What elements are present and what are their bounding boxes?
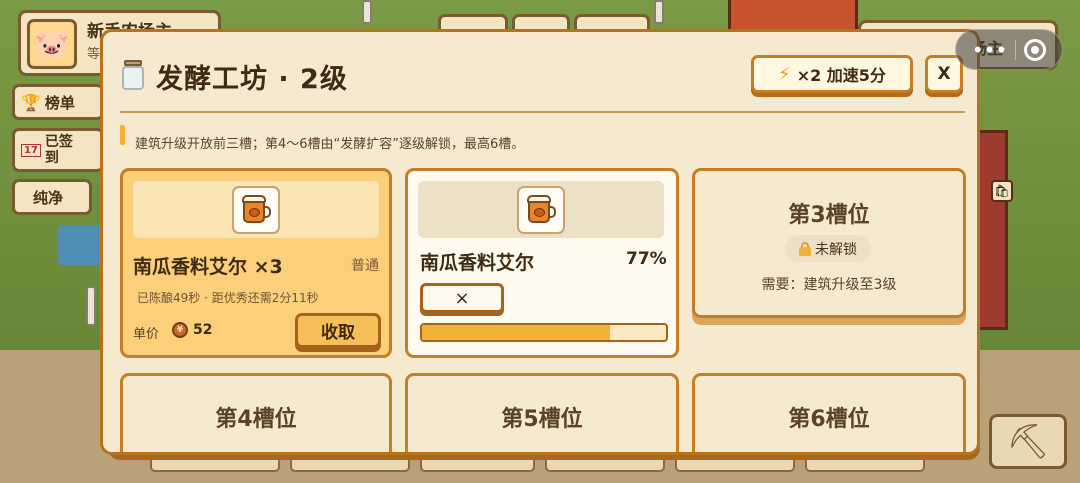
product-icon-band (418, 181, 664, 238)
pure-mode-label: 纯净 (33, 188, 64, 207)
hint-accent-bar (120, 125, 125, 145)
speed-up-button[interactable]: ⚡ ×2 加速5分 (751, 55, 913, 93)
trophy-icon: 🏆 (21, 92, 41, 112)
fence-post (86, 286, 96, 326)
unit-price-value: 52 (193, 322, 213, 338)
progress-fill (422, 325, 610, 340)
fermentation-workshop-modal: 发酵工坊 · 2级 ⚡ ×2 加速5分 X 建筑升级开放前三槽；第4～6槽由“发… (100, 29, 980, 455)
unlock-requirement: 需要：建筑升级至3级 (761, 277, 897, 293)
locked-badge: 未解锁 (785, 235, 871, 262)
jar-icon (122, 60, 144, 90)
pickaxe-icon[interactable]: ⛏ (989, 414, 1067, 469)
pig-avatar-icon: 🐷 (27, 19, 77, 69)
progress-percent: 77% (626, 249, 667, 269)
product-icon-band (133, 181, 379, 238)
pumpkin-ale-mug-icon (517, 186, 565, 234)
miniprogram-capsule: ••• (955, 29, 1063, 70)
fermentation-slot-1[interactable]: 南瓜香料艾尔 ×3 普通 已陈酿49秒 · 距优秀还需2分11秒 单价 ¥ 52… (120, 168, 392, 358)
shop-sign-icon[interactable]: 🛍 (991, 180, 1013, 202)
slot-title: 第5槽位 (501, 407, 583, 432)
fermentation-progress-bar (420, 323, 668, 342)
product-name: 南瓜香料艾尔 (420, 252, 535, 274)
slot-title: 第3槽位 (788, 203, 870, 228)
calendar-icon: 17 (21, 143, 41, 157)
aging-info: 已陈酿49秒 · 距优秀还需2分11秒 (137, 291, 319, 305)
header-divider (120, 111, 965, 113)
fence-post (654, 0, 664, 24)
fermentation-slot-3[interactable]: 第3槽位 未解锁 需要：建筑升级至3级 (692, 168, 966, 318)
slot-unlock-hint: 建筑升级开放前三槽；第4～6槽由“发酵扩容”逐级解锁，最高6槽。 (135, 137, 525, 152)
cancel-button[interactable]: × (420, 283, 504, 313)
leaderboard-label: 榜单 (44, 93, 75, 112)
modal-title: 发酵工坊 · 2级 (156, 64, 348, 95)
checkin-label: 已签到 (44, 134, 73, 166)
fermentation-slot-6[interactable]: 第6槽位 (692, 373, 966, 452)
speed-up-label: ×2 加速5分 (796, 66, 886, 85)
coin-icon: ¥ (172, 322, 188, 338)
leaderboard-button[interactable]: 🏆 榜单 (12, 84, 104, 120)
capsule-divider (1015, 39, 1017, 60)
more-menu-icon[interactable]: ••• (972, 38, 1007, 62)
fermentation-slot-4[interactable]: 第4槽位 (120, 373, 392, 452)
slot-title: 第4槽位 (215, 407, 297, 432)
checkin-button[interactable]: 17 已签到 (12, 128, 104, 172)
fermentation-slot-5[interactable]: 第5槽位 (405, 373, 679, 452)
lock-icon (799, 241, 811, 256)
fence-post (362, 0, 372, 24)
quality-tag: 普通 (351, 258, 379, 274)
unit-price-label: 单价 (133, 327, 160, 342)
close-button[interactable]: X (925, 55, 963, 93)
collect-button[interactable]: 收取 (295, 313, 381, 348)
fermentation-slot-2[interactable]: 南瓜香料艾尔 77% × (405, 168, 679, 358)
modal-header: 发酵工坊 · 2级 ⚡ ×2 加速5分 X (103, 32, 977, 114)
slot-title: 第6槽位 (788, 407, 870, 432)
locked-label: 未解锁 (815, 241, 857, 258)
lightning-icon: ⚡ (778, 63, 791, 85)
pumpkin-ale-mug-icon (232, 186, 280, 234)
pure-mode-button[interactable]: 纯净 (12, 179, 92, 215)
player-subtitle: 等 (87, 47, 101, 62)
product-name: 南瓜香料艾尔 ×3 (133, 256, 283, 278)
close-miniprogram-icon[interactable] (1024, 38, 1047, 61)
